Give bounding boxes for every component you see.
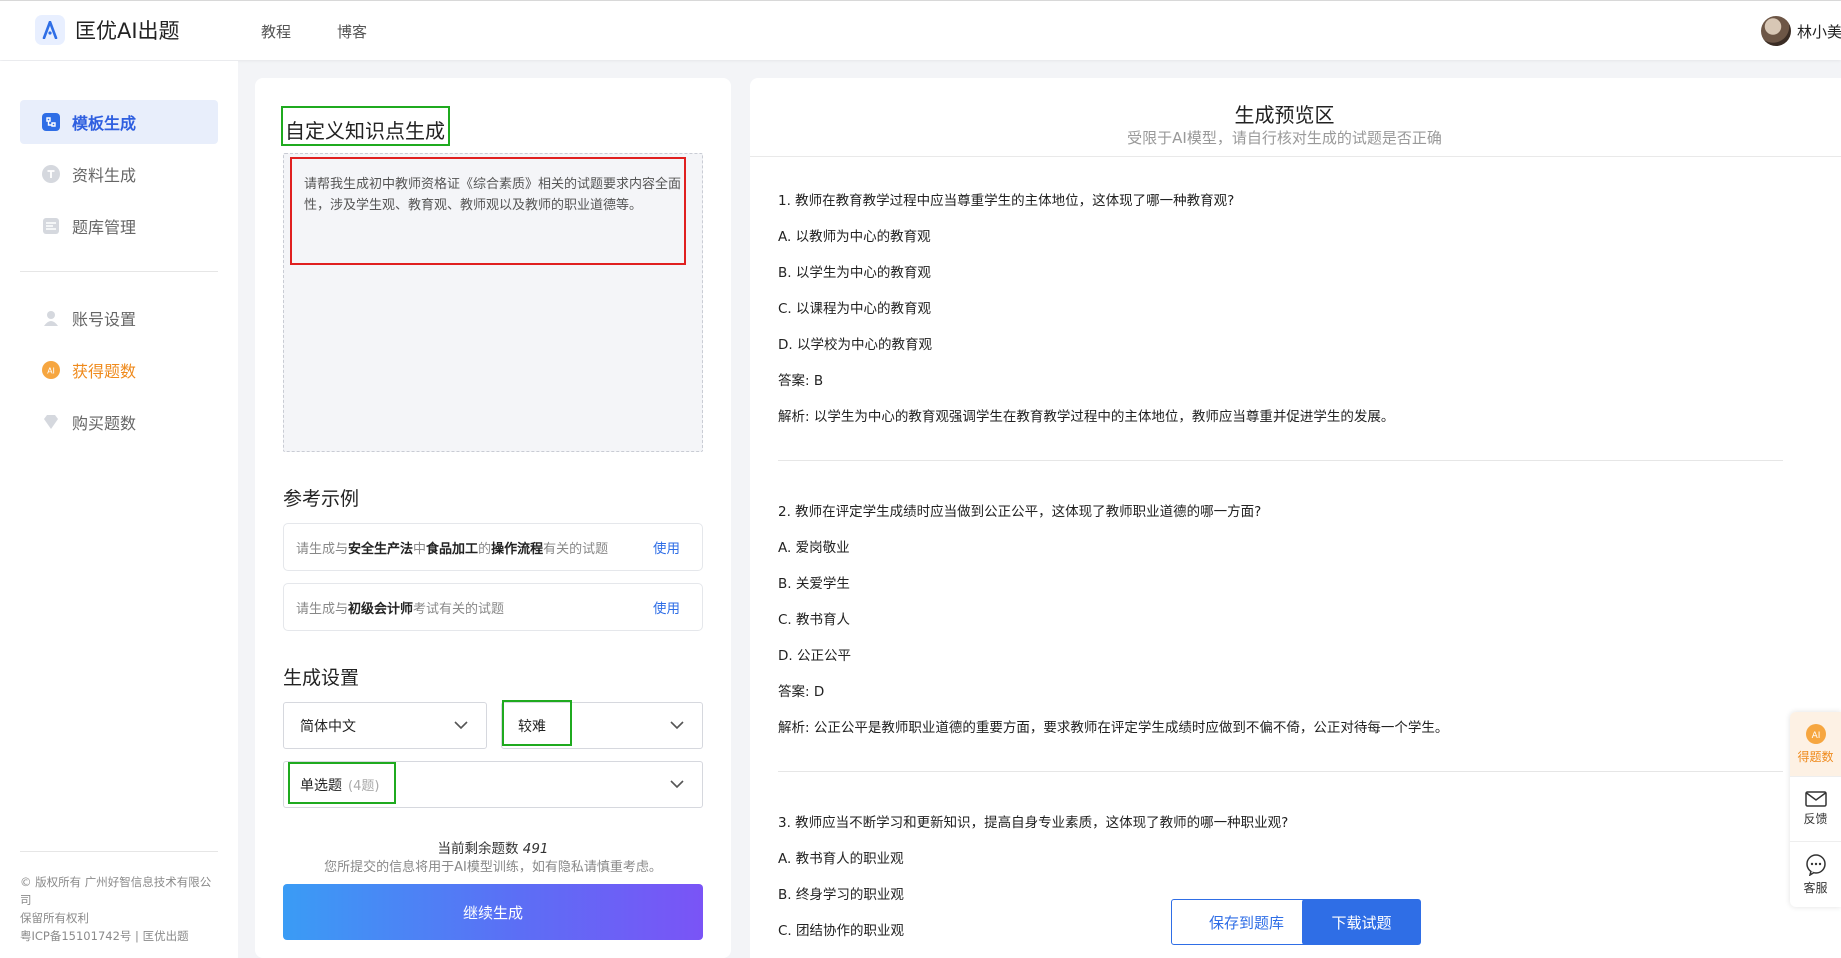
question-option: D. 以学校为中心的教育观 [778,337,932,353]
example-text: 请生成与安全生产法中食品加工的操作流程有关的试题 [296,541,609,557]
privacy-note: 您所提交的信息将用于AI模型训练，如有隐私请慎重考虑。 [324,860,662,875]
user-name[interactable]: 林小美 [1797,21,1841,42]
float-service-label: 客服 [1803,880,1828,895]
continue-generate-button[interactable]: 继续生成 [283,884,703,940]
user-menu[interactable]: 林小美 [1761,16,1841,46]
examples-title: 参考示例 [283,488,360,510]
question-bank-icon [42,217,60,235]
question-analysis: 解析: 公正公平是教师职业道德的重要方面，要求教师在评定学生成绩时应做到不偏不倚… [778,720,1449,736]
diamond-icon [42,413,60,431]
example-item-1: 请生成与安全生产法中食品加工的操作流程有关的试题 使用 [283,523,703,571]
question-divider [778,460,1783,461]
svg-text:AI: AI [1811,731,1820,741]
sidebar-item-account[interactable]: 账号设置 [20,296,218,340]
sidebar-footer-divider [20,851,218,852]
float-earn-label: 得题数 [1797,750,1834,764]
chevron-down-icon [454,721,468,730]
question-option: A. 爱岗敬业 [778,540,850,556]
remaining-count: 当前剩余题数 491 [437,841,549,857]
nav-blog[interactable]: 博客 [337,21,367,42]
float-feedback-label: 反馈 [1803,812,1828,826]
sidebar-item-label: 购买题数 [72,414,137,433]
question-option: B. 关爱学生 [778,576,850,592]
example-item-2: 请生成与初级会计师考试有关的试题 使用 [283,583,703,631]
sidebar-item-label: 模板生成 [72,114,137,133]
rights-text: 保留所有权利 [20,911,89,925]
float-feedback-button[interactable]: 反馈 [1790,777,1841,842]
preview-header-divider [750,156,1841,157]
question-option: A. 教书育人的职业观 [778,851,904,867]
question-option: C. 团结协作的职业观 [778,923,905,939]
logo-icon [35,15,65,45]
sidebar-item-label: 资料生成 [72,166,137,185]
highlight-box-title [281,106,450,146]
sidebar-divider [20,271,218,272]
download-questions-button[interactable]: 下载试题 [1302,899,1421,945]
question-stem: 3. 教师应当不断学习和更新知识，提高自身专业素质，这体现了教师的哪一种职业观? [778,815,1289,831]
example-text: 请生成与初级会计师考试有关的试题 [296,601,505,617]
question-divider [778,771,1783,772]
question-option: B. 以学生为中心的教育观 [778,265,931,281]
language-value: 简体中文 [300,718,356,735]
remaining-value: 491 [522,841,549,857]
question-option: C. 以课程为中心的教育观 [778,301,932,317]
chevron-down-icon [670,780,684,789]
question-answer: 答案: B [778,373,824,389]
settings-title: 生成设置 [283,667,360,689]
app-logo[interactable]: 匡优AI出题 [35,15,180,45]
sidebar-item-label: 账号设置 [72,310,137,329]
sidebar-item-materials[interactable]: 资料生成 [20,152,218,196]
sidebar-item-label: 题库管理 [72,218,137,237]
ai-coin-icon: AI [42,361,60,379]
preview-title: 生成预览区 [1234,103,1335,127]
question-option: A. 以教师为中心的教育观 [778,229,931,245]
floating-toolbar: AI 得题数 反馈 客服 [1790,712,1841,907]
copyright-text: © 版权所有 广州好智信息技术有限公司 [20,875,212,907]
highlight-box-difficulty [502,700,572,746]
chat-icon [1805,853,1826,876]
sidebar-item-question-bank[interactable]: 题库管理 [20,204,218,248]
question-option: D. 公正公平 [778,648,851,664]
float-service-button[interactable]: 客服 [1790,842,1841,907]
document-t-icon [42,165,60,183]
question-option: C. 教书育人 [778,612,851,628]
template-icon [42,113,60,131]
question-analysis: 解析: 以学生为中心的教育观强调学生在教育教学过程中的主体地位，教师应当尊重并促… [778,409,1395,425]
question-option: B. 终身学习的职业观 [778,887,904,903]
highlight-box-question-type [288,762,396,804]
ai-coin-icon: AI [1805,724,1826,744]
sidebar: 模板生成 资料生成 题库管理 账号设置 AI 获得题数 购买题数 © 版权所有 … [0,61,238,958]
question-stem: 1. 教师在教育教学过程中应当尊重学生的主体地位，这体现了哪一种教育观? [778,193,1235,209]
top-header: 匡优AI出题 教程 博客 林小美 [0,0,1841,60]
avatar[interactable] [1761,16,1791,46]
icp-text[interactable]: 粤ICP备15101742号 | 匡优出题 [20,927,220,945]
float-earn-button[interactable]: AI 得题数 [1790,712,1841,777]
chevron-down-icon [670,721,684,730]
question-stem: 2. 教师在评定学生成绩时应当做到公正公平，这体现了教师职业道德的哪一方面? [778,504,1262,520]
sidebar-item-template[interactable]: 模板生成 [20,100,218,144]
nav-tutorial[interactable]: 教程 [261,21,291,42]
svg-text:AI: AI [47,367,55,376]
user-icon [42,309,60,327]
question-answer: 答案: D [778,684,825,700]
use-example-button[interactable]: 使用 [653,537,680,557]
use-example-button[interactable]: 使用 [653,597,680,617]
language-select[interactable]: 简体中文 [283,702,487,749]
sidebar-item-label: 获得题数 [72,362,137,381]
preview-subtitle: 受限于AI模型，请自行核对生成的试题是否正确 [1127,129,1442,147]
highlight-box-prompt [290,157,686,265]
sidebar-footer: © 版权所有 广州好智信息技术有限公司 保留所有权利 粤ICP备15101742… [20,873,220,945]
mail-icon [1804,791,1827,807]
sidebar-item-buy[interactable]: 购买题数 [20,400,218,444]
app-name: 匡优AI出题 [75,19,180,43]
top-nav: 教程 博客 [261,21,367,42]
save-to-bank-button[interactable]: 保存到题库 [1171,899,1322,945]
sidebar-item-earn[interactable]: AI 获得题数 [20,348,218,392]
